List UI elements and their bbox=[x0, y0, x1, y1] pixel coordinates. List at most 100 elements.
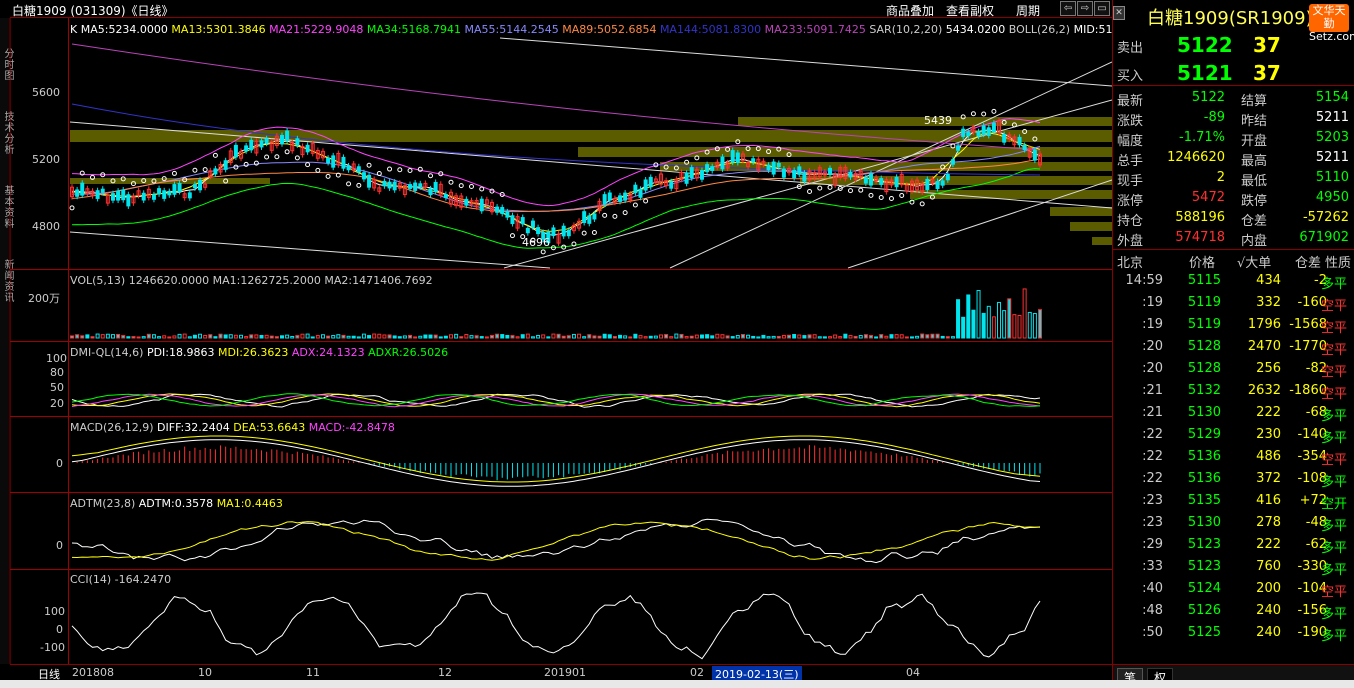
legend-item-3: ADX:24.1323 bbox=[292, 346, 368, 359]
legend-item-2: MDI:26.3623 bbox=[218, 346, 292, 359]
sar-dot bbox=[69, 205, 75, 211]
volume-bar bbox=[126, 336, 131, 339]
volume-bar bbox=[674, 333, 679, 339]
tick-oi-change: -354 bbox=[1297, 449, 1327, 464]
tick-oi-change: -68 bbox=[1305, 405, 1327, 420]
tick-row[interactable]: :23 5130 278 -48 多平 bbox=[1113, 512, 1354, 534]
tick-price: 5124 bbox=[1187, 581, 1221, 596]
volume-bar bbox=[105, 333, 110, 339]
tick-row[interactable]: :22 5136 486 -354 空平 bbox=[1113, 446, 1354, 468]
sar-dot bbox=[847, 188, 853, 194]
volume-bar bbox=[710, 335, 715, 339]
tick-row[interactable]: :50 5125 240 -190 多平 bbox=[1113, 622, 1354, 644]
tick-row[interactable]: :19 5119 1796 -1568 空平 bbox=[1113, 314, 1354, 336]
adtm-tick-0: 0 bbox=[56, 539, 63, 552]
tick-row[interactable]: :22 5136 372 -108 多平 bbox=[1113, 468, 1354, 490]
volume-bar bbox=[607, 334, 612, 339]
quote-row-5: 涨停 5472 跌停 4950 bbox=[1113, 188, 1354, 209]
quote-label: 跌停 bbox=[1241, 194, 1268, 209]
tick-time: 14:59 bbox=[1125, 273, 1163, 288]
tick-row[interactable]: :29 5123 222 -62 多平 bbox=[1113, 534, 1354, 556]
high-annotation: 5439 bbox=[924, 114, 952, 127]
volume-bar bbox=[756, 336, 761, 339]
volume-bars bbox=[70, 288, 1042, 339]
volume-bar bbox=[192, 334, 197, 339]
volume-bar bbox=[566, 335, 571, 339]
quote-label: 最低 bbox=[1241, 174, 1268, 189]
tick-row[interactable]: 14:59 5115 434 -2 多平 bbox=[1113, 270, 1354, 292]
tick-type: 空开 bbox=[1321, 497, 1348, 512]
volume-bar bbox=[874, 336, 879, 339]
ticks-header: 北京 价格 √大单 仓差 性质 bbox=[1117, 256, 1352, 271]
sell-price: 5122 bbox=[1177, 33, 1233, 57]
legend-item-10: 5434.0200 bbox=[946, 23, 1009, 36]
volume-bar bbox=[797, 334, 802, 339]
tick-row[interactable]: :40 5124 200 -104 空平 bbox=[1113, 578, 1354, 600]
tick-time: :20 bbox=[1142, 361, 1163, 376]
volume-bar bbox=[536, 334, 541, 339]
tick-volume: 416 bbox=[1256, 493, 1281, 508]
sar-dot bbox=[991, 108, 997, 114]
volume-bar bbox=[684, 336, 689, 339]
close-icon[interactable]: ✕ bbox=[1113, 6, 1125, 20]
sar-dot bbox=[878, 195, 884, 201]
volume-bar bbox=[592, 335, 597, 339]
tick-type: 空平 bbox=[1321, 321, 1348, 336]
tick-row[interactable]: :22 5129 230 -140 多平 bbox=[1113, 424, 1354, 446]
volume-bar bbox=[817, 336, 822, 339]
volume-bar bbox=[735, 335, 740, 339]
sar-dot bbox=[397, 167, 403, 173]
sar-dot bbox=[981, 111, 987, 117]
tick-volume: 486 bbox=[1256, 449, 1281, 464]
volume-bar bbox=[541, 334, 546, 339]
tick-row[interactable]: :33 5123 760 -330 多平 bbox=[1113, 556, 1354, 578]
tick-time: :21 bbox=[1142, 383, 1163, 398]
sell-row[interactable]: 卖出 5122 37 bbox=[1113, 30, 1354, 58]
quote-row-7: 外盘 574718 内盘 671902 bbox=[1113, 228, 1354, 249]
volume-bar bbox=[689, 335, 694, 339]
buy-row[interactable]: 买入 5121 37 bbox=[1113, 58, 1354, 86]
volume-bar bbox=[187, 336, 192, 339]
tick-row[interactable]: :20 5128 256 -82 空平 bbox=[1113, 358, 1354, 380]
cci-tick-minus100: -100 bbox=[40, 641, 65, 654]
date-axis: 日线 201808 10 11 12 201901 02 2019-02-13(… bbox=[10, 664, 1112, 682]
y-tick-4800: 4800 bbox=[32, 220, 60, 233]
tick-row[interactable]: :20 5128 2470 -1770 空平 bbox=[1113, 336, 1354, 358]
buy-volume: 37 bbox=[1253, 61, 1281, 85]
volume-bar bbox=[653, 335, 658, 339]
quote-label: 内盘 bbox=[1241, 234, 1268, 249]
tick-row[interactable]: :21 5132 2632 -1860 空平 bbox=[1113, 380, 1354, 402]
volume-bar bbox=[290, 335, 295, 339]
sar-dot bbox=[202, 167, 208, 173]
volume-bar bbox=[853, 335, 858, 339]
tick-volume: 200 bbox=[1256, 581, 1281, 596]
quote-value: 5203 bbox=[1315, 130, 1349, 145]
sell-label: 卖出 bbox=[1117, 41, 1144, 56]
volume-bar bbox=[279, 335, 284, 339]
tick-row[interactable]: :19 5119 332 -160 空平 bbox=[1113, 292, 1354, 314]
volume-bar bbox=[879, 334, 884, 339]
tick-time: :19 bbox=[1142, 317, 1163, 332]
legend-item-11: BOLL(26,2) bbox=[1009, 23, 1074, 36]
volume-bar bbox=[884, 335, 889, 339]
volume-bar bbox=[387, 334, 392, 339]
chart-canvas[interactable]: K MA5:5234.0000 MA13:5301.3846 MA21:5229… bbox=[10, 0, 1112, 664]
tick-row[interactable]: :48 5126 240 -156 多平 bbox=[1113, 600, 1354, 622]
quote-value: -1.71% bbox=[1179, 130, 1225, 145]
legend-item-0: ADTM(23,8) bbox=[70, 497, 139, 510]
tick-oi-change: -330 bbox=[1297, 559, 1327, 574]
tick-row[interactable]: :21 5130 222 -68 多平 bbox=[1113, 402, 1354, 424]
legend-item-3: MA21:5229.9048 bbox=[269, 23, 367, 36]
tick-row[interactable]: :23 5135 416 +72 空开 bbox=[1113, 490, 1354, 512]
tick-price: 5129 bbox=[1187, 427, 1221, 442]
macd-lines bbox=[71, 435, 1041, 487]
sar-dot bbox=[970, 111, 976, 117]
tick-oi-change: -62 bbox=[1305, 537, 1327, 552]
sar-dot bbox=[888, 196, 894, 202]
volume-bar bbox=[254, 334, 259, 339]
tick-oi-change: -140 bbox=[1297, 427, 1327, 442]
dmi-tick-20: 20 bbox=[50, 397, 64, 410]
tick-price: 5130 bbox=[1187, 405, 1221, 420]
volume-bar bbox=[100, 334, 105, 339]
volume-bar bbox=[223, 334, 228, 339]
